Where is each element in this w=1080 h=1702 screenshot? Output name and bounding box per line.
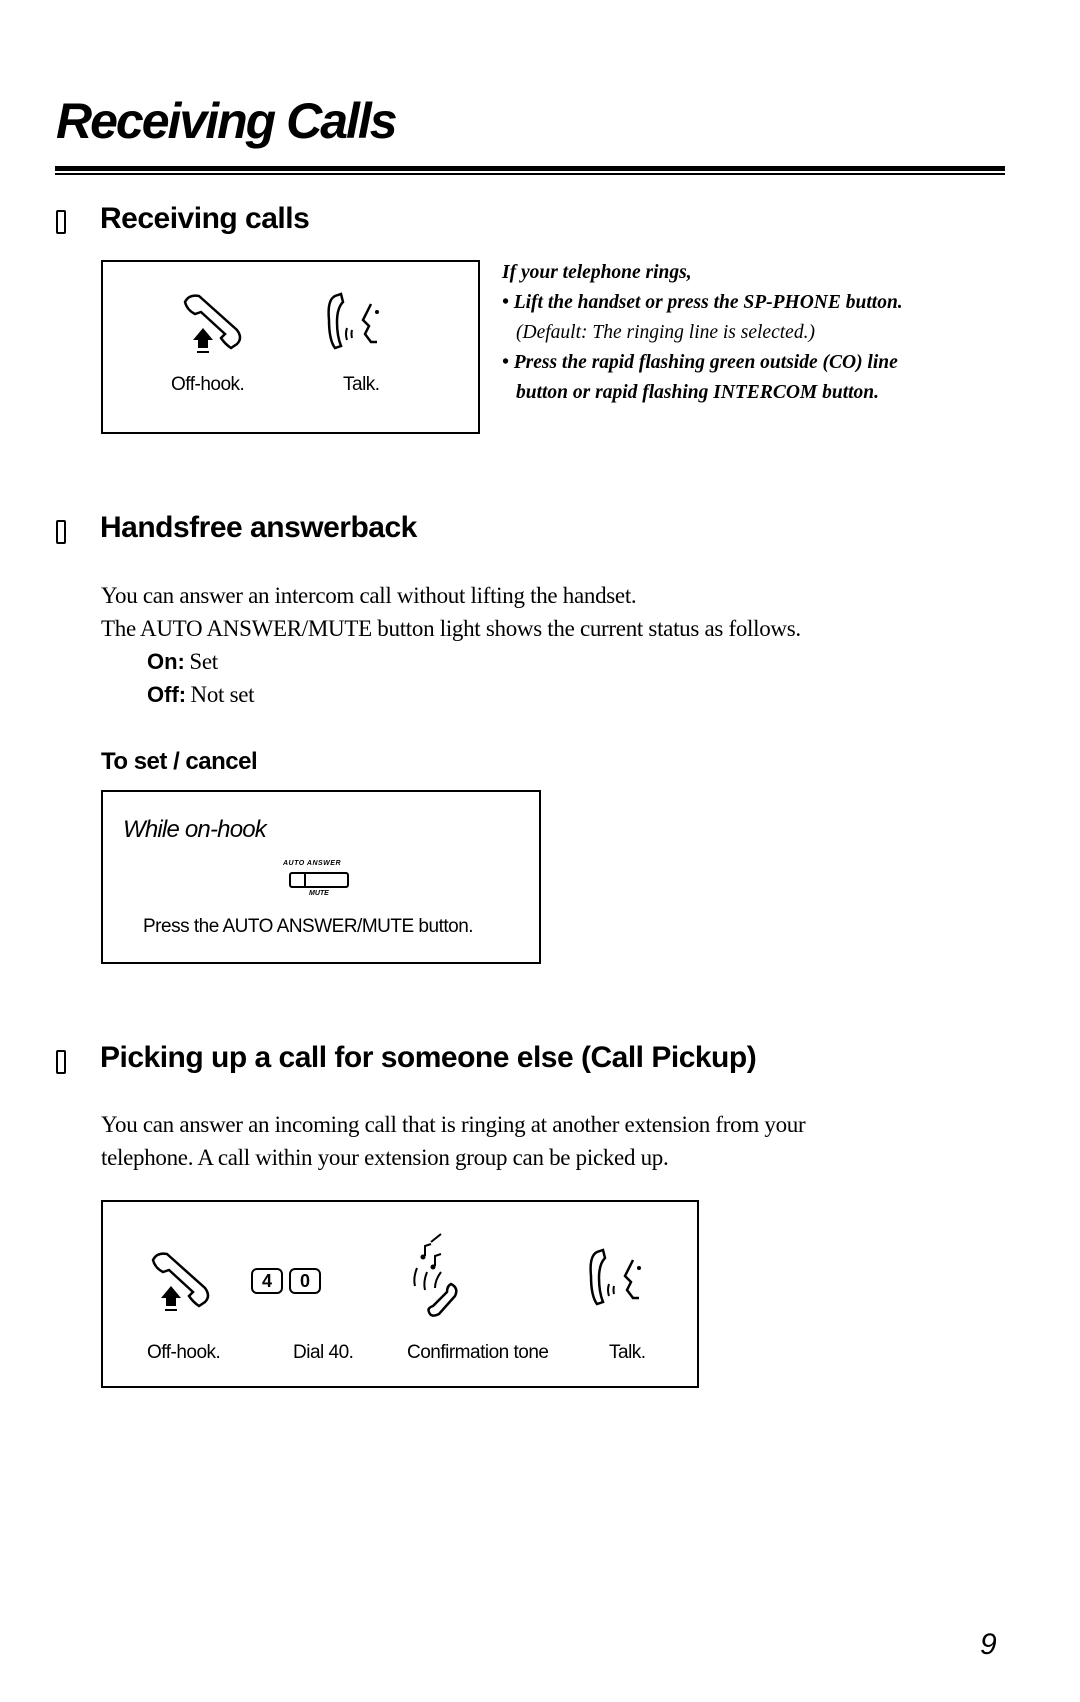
ring-bullet-1: • Lift the handset or press the SP-PHONE… bbox=[502, 288, 1062, 318]
step-label-confirmation: Confirmation tone bbox=[407, 1342, 549, 1363]
status-on-value: Set bbox=[189, 649, 218, 674]
section-heading-receiving: Receiving calls bbox=[100, 202, 310, 235]
mute-label: MUTE bbox=[309, 890, 329, 897]
bullet-icon: • bbox=[502, 352, 509, 373]
pickup-line-2: telephone. A call within your extension … bbox=[101, 1145, 669, 1170]
status-off-value: Not set bbox=[190, 682, 255, 707]
set-cancel-box: While on-hook AUTO ANSWER MUTE Press the… bbox=[101, 790, 541, 964]
step-label-talk: Talk. bbox=[343, 374, 380, 395]
page-title: Receiving Calls bbox=[56, 93, 398, 149]
section-marker-icon bbox=[56, 520, 66, 544]
auto-answer-label: AUTO ANSWER bbox=[283, 860, 341, 867]
off-hook-icon bbox=[151, 1252, 210, 1311]
pickup-steps-box: 4 0 Off-hook. Dial 40. Confirmation tone… bbox=[101, 1200, 699, 1388]
step-label-talk: Talk. bbox=[609, 1342, 646, 1363]
title-rule bbox=[55, 166, 1005, 171]
auto-answer-mute-button-icon bbox=[289, 872, 349, 888]
talk-icon bbox=[589, 1248, 641, 1306]
dial-keys-icon: 4 0 bbox=[251, 1268, 321, 1294]
title-rule-thin bbox=[55, 173, 1005, 175]
ring-bullet-2-cont: button or rapid flashing INTERCOM button… bbox=[516, 382, 880, 403]
step-label-off-hook: Off-hook. bbox=[171, 374, 245, 395]
key-4: 4 bbox=[251, 1268, 283, 1294]
page-number: 9 bbox=[980, 1628, 997, 1661]
section-marker-icon bbox=[56, 1050, 66, 1074]
press-instruction: Press the AUTO ANSWER/MUTE button. bbox=[143, 916, 474, 937]
while-on-hook-label: While on-hook bbox=[123, 816, 267, 843]
section-marker-icon bbox=[56, 210, 66, 234]
status-off: Off: Not set bbox=[147, 682, 255, 708]
section-heading-handsfree: Handsfree answerback bbox=[100, 511, 417, 544]
confirmation-tone-icon bbox=[413, 1233, 458, 1317]
step-label-off-hook: Off-hook. bbox=[147, 1342, 221, 1363]
status-on: On: Set bbox=[147, 649, 218, 675]
ring-intro: If your telephone rings, bbox=[502, 262, 692, 283]
talk-icon bbox=[327, 292, 379, 350]
ring-default-note: (Default: The ringing line is selected.) bbox=[516, 322, 815, 343]
key-0: 0 bbox=[289, 1268, 321, 1294]
set-cancel-heading: To set / cancel bbox=[101, 748, 258, 775]
ring-bullet-2: • Press the rapid flashing green outside… bbox=[502, 348, 1062, 378]
ring-instructions: If your telephone rings, • Lift the hand… bbox=[502, 258, 1062, 408]
pickup-line-1: You can answer an incoming call that is … bbox=[101, 1112, 806, 1137]
bullet-2-text: Press the rapid flashing green outside (… bbox=[513, 352, 898, 373]
receiving-steps-box: Off-hook. Talk. bbox=[101, 260, 480, 434]
bullet-icon: • bbox=[502, 292, 509, 313]
handsfree-line-2: The AUTO ANSWER/MUTE button light shows … bbox=[101, 616, 801, 641]
bullet-1-text: Lift the handset or press the SP-PHONE b… bbox=[513, 292, 903, 313]
status-on-key: On: bbox=[147, 649, 185, 674]
off-hook-icon bbox=[183, 294, 242, 353]
section-heading-pickup: Picking up a call for someone else (Call… bbox=[100, 1041, 757, 1074]
status-off-key: Off: bbox=[147, 682, 187, 707]
handsfree-line-1: You can answer an intercom call without … bbox=[101, 583, 637, 608]
step-label-dial: Dial 40. bbox=[293, 1342, 354, 1363]
